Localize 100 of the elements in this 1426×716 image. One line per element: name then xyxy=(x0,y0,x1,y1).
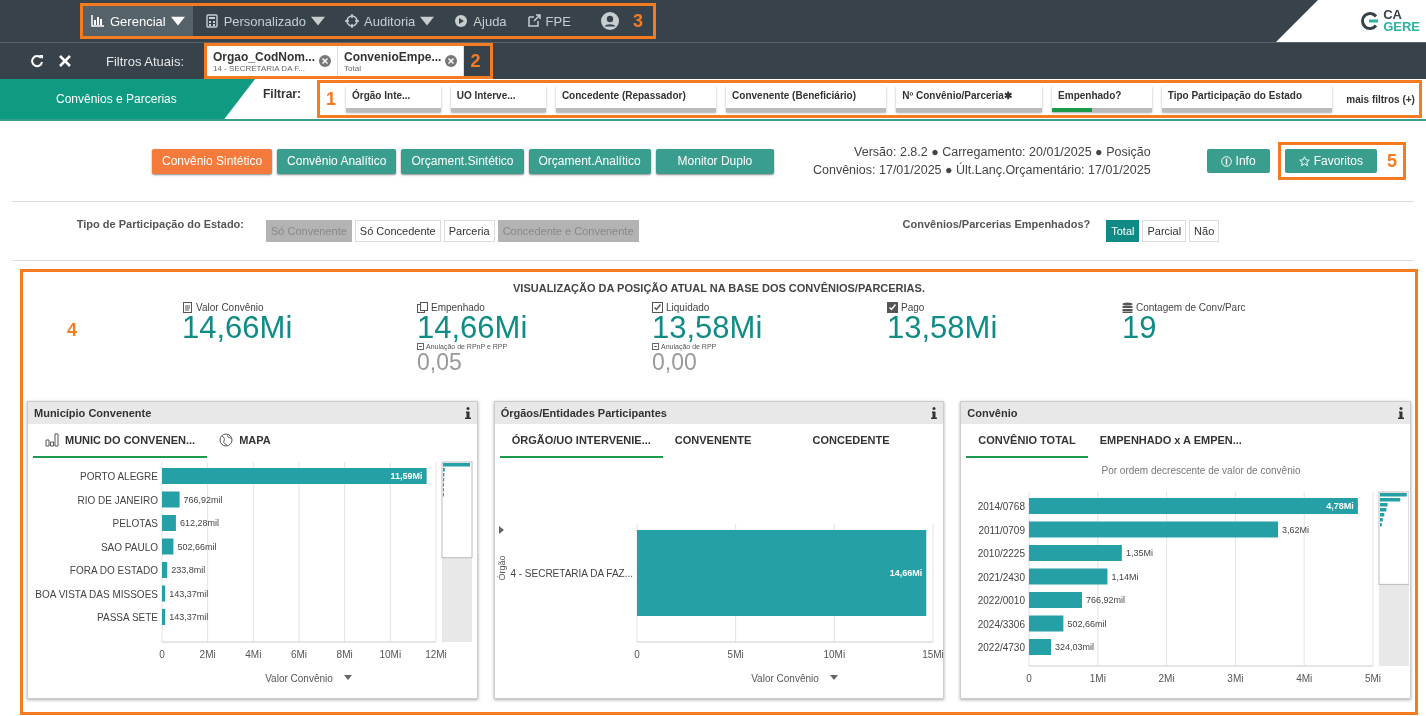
close-icon[interactable] xyxy=(445,55,458,67)
filter-chip[interactable]: Orgao_CodNom... 14 - SECRETARIA DA F... xyxy=(207,46,339,76)
refresh-icon[interactable] xyxy=(30,54,44,68)
logo-text: CA xyxy=(1383,9,1403,21)
value-label: 3,62Mi xyxy=(1282,524,1310,535)
panel-title: Município Convenente xyxy=(34,407,152,419)
option-button[interactable]: Total xyxy=(1106,220,1140,242)
bar xyxy=(162,538,174,555)
tick-label: 8Mi xyxy=(336,649,353,660)
value-label: 143,37mil xyxy=(169,588,209,599)
filter-box[interactable]: Empenhado? xyxy=(1052,86,1152,112)
chart-tab[interactable]: ÓRGÃO/UO INTERVENIE... xyxy=(499,424,663,458)
filter-box[interactable]: Concedente (Repassador) xyxy=(555,86,717,112)
filter-box[interactable]: Nº Convênio/Parceria✱ xyxy=(896,86,1043,112)
caret-icon[interactable] xyxy=(498,526,504,534)
logo-icon xyxy=(1361,12,1380,30)
info-icon[interactable] xyxy=(1398,407,1404,419)
tick-label: 2Mi xyxy=(1158,673,1175,684)
category-label: RIO DE JANEIRO xyxy=(77,494,158,506)
logo-text: GERE xyxy=(1383,21,1420,33)
nav-menu-item[interactable]: Gerencial xyxy=(83,6,193,36)
more-filters-link[interactable]: mais filtros (+) xyxy=(1342,93,1419,105)
caret-icon xyxy=(420,14,435,28)
kpi-sub-value: 0,00 xyxy=(652,350,698,374)
tick-label: 3Mi xyxy=(1227,673,1244,684)
option-button[interactable]: Parcial xyxy=(1142,220,1187,242)
minus-square-icon xyxy=(652,343,659,350)
filter-box[interactable]: Tipo Participação do Estado xyxy=(1161,86,1333,112)
filter-chip[interactable]: ConvenioEmpe... Total xyxy=(338,46,465,76)
chart-tab[interactable]: MUNIC DO CONVENEN... xyxy=(33,424,208,458)
version-info: Versão: 2.8.2 ● Carregamento: 20/01/2025 ● Posição Convênios: 17/01/2025 ● Últ.Lanç.Orçamentário: 17/01/2025 xyxy=(812,144,1151,179)
category-label: 2024/3306 xyxy=(978,618,1026,630)
chart-scrollbar[interactable] xyxy=(1378,491,1410,666)
info-icon[interactable] xyxy=(464,407,471,419)
option-button[interactable]: Parceria xyxy=(443,220,495,242)
committed-label: Convênios/Parcerias Empenhados? xyxy=(902,218,1091,230)
tick-label: 4Mi xyxy=(245,649,262,660)
value-label: 766,92mil xyxy=(1086,595,1126,605)
tick-label: 12Mi xyxy=(425,649,447,660)
participation-label: Tipo de Participação do Estado: xyxy=(75,218,244,230)
category-label: 2014/0768 xyxy=(978,501,1026,512)
chart-tab[interactable]: CONCEDENTE xyxy=(800,424,939,458)
caret-icon xyxy=(311,14,326,28)
filter-box[interactable]: Órgão Inte... xyxy=(346,86,441,112)
star-icon xyxy=(1298,155,1310,167)
chip-value: Total xyxy=(344,63,361,73)
value-label: 11,59Mi xyxy=(390,471,423,481)
axis-title: Valor Convênio xyxy=(265,673,333,684)
close-icon[interactable] xyxy=(58,54,72,68)
kpi-label: Empenhado xyxy=(431,302,485,313)
category-label: SAO PAULO xyxy=(100,541,158,553)
nav-menu-item[interactable]: Personalizado xyxy=(196,6,334,36)
bar xyxy=(162,562,168,578)
filter-box[interactable]: UO Interve... xyxy=(450,86,546,112)
nav-menu-item[interactable]: Auditoria xyxy=(337,6,443,36)
nav-menu-item[interactable]: Ajuda xyxy=(446,6,515,36)
filter-label: Filtrar: xyxy=(263,87,301,101)
info-icon[interactable] xyxy=(931,407,938,419)
bar-chart-icon xyxy=(91,14,105,28)
kpi-value: 13,58Mi xyxy=(887,313,999,343)
tick-label: 0 xyxy=(633,649,640,660)
callout-number: 3 xyxy=(631,10,644,32)
tick-label: 10Mi xyxy=(823,649,845,660)
tick-label: 4Mi xyxy=(1296,673,1313,684)
chart-scrollbar[interactable] xyxy=(441,461,473,642)
caret-icon[interactable] xyxy=(829,675,838,680)
caret-icon[interactable] xyxy=(344,675,352,680)
chart-tab[interactable]: MAPA xyxy=(207,424,283,458)
value-label: 502,66mil xyxy=(177,541,217,552)
category-label: BOA VISTA DAS MISSOES xyxy=(35,588,158,600)
minus-square-icon xyxy=(417,343,424,350)
nav-menu-item[interactable]: FPE xyxy=(518,6,579,36)
tick-label: 15Mi xyxy=(921,649,943,660)
value-label: 502,66mil xyxy=(1067,618,1107,629)
chart-tab[interactable]: CONVÊNIO TOTAL xyxy=(966,424,1088,458)
section-title: VISUALIZAÇÃO DA POSIÇÃO ATUAL NA BASE DOS CONVÊNIOS/PARCERIAS. xyxy=(512,282,926,294)
chip-field: ConvenioEmpe... xyxy=(344,49,442,64)
chip-value: 14 - SECRETARIA DA F... xyxy=(213,63,305,73)
kpi-label: Valor Convênio xyxy=(196,302,264,313)
caret-icon xyxy=(170,14,185,28)
chart-tab[interactable]: EMPENHADO x A EMPEN... xyxy=(1087,424,1254,458)
value-label: 766,92mil xyxy=(183,494,223,505)
section-tab[interactable]: Convênios e Parcerias xyxy=(0,79,255,119)
bar-chart-icon xyxy=(45,433,59,447)
filter-box[interactable]: Convenente (Beneficiário) xyxy=(726,86,887,112)
close-icon[interactable] xyxy=(319,55,332,67)
globe-icon xyxy=(219,433,234,447)
calculator-icon xyxy=(204,14,219,28)
option-button[interactable]: Só Concedente xyxy=(354,220,441,242)
copy-icon xyxy=(417,302,428,313)
user-icon[interactable] xyxy=(600,12,619,30)
kpi-value: 14,66Mi xyxy=(182,313,294,343)
kpi-value: 19 xyxy=(1122,313,1157,343)
option-button[interactable]: Não xyxy=(1189,220,1220,242)
kpi-value: 14,66Mi xyxy=(417,313,529,343)
tick-label: 5Mi xyxy=(727,649,744,660)
chart-tab[interactable]: CONVENENTE xyxy=(662,424,801,458)
axis-title: Órgão xyxy=(496,555,507,581)
bar xyxy=(162,609,166,625)
value-label: 612,28mil xyxy=(179,518,219,528)
